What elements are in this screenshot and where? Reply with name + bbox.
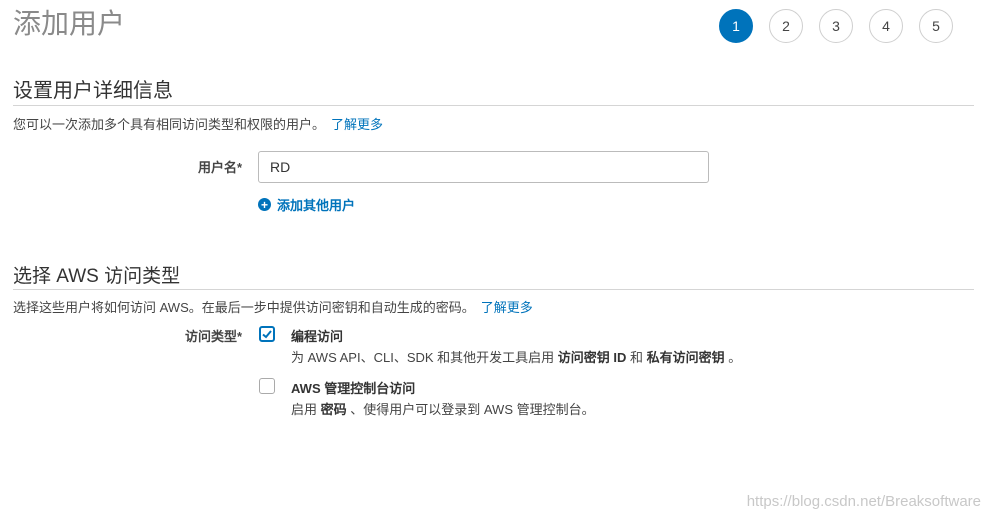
desc-bold: 密码: [320, 402, 347, 417]
learn-more-link-details[interactable]: 了解更多: [331, 117, 383, 132]
access-type-description-text: 选择这些用户将如何访问 AWS。在最后一步中提供访问密钥和自动生成的密码。: [13, 300, 475, 315]
console-access-checkbox[interactable]: [259, 378, 275, 394]
step-4[interactable]: 4: [869, 9, 903, 43]
step-indicator: 1 2 3 4 5: [719, 9, 953, 43]
learn-more-link-access[interactable]: 了解更多: [481, 300, 533, 315]
access-type-title: 选择 AWS 访问类型: [13, 266, 181, 287]
desc-text: 。: [724, 350, 742, 365]
step-1[interactable]: 1: [719, 9, 753, 43]
add-other-user-label: 添加其他用户: [277, 198, 356, 213]
access-type-label: 访问类型*: [184, 329, 242, 344]
programmatic-access-checkbox[interactable]: [259, 326, 275, 342]
step-3[interactable]: 3: [819, 9, 853, 43]
username-label: 用户名*: [197, 160, 242, 175]
checkmark-icon: [262, 330, 272, 339]
user-details-description: 您可以一次添加多个具有相同访问类型和权限的用户。 了解更多: [13, 114, 383, 133]
desc-text: 、使得用户可以登录到 AWS 管理控制台。: [346, 402, 595, 417]
programmatic-access-description: 为 AWS API、CLI、SDK 和其他开发工具启用 访问密钥 ID 和 私有…: [291, 347, 741, 366]
console-access-title: AWS 管理控制台访问: [291, 381, 416, 396]
page-title: 添加用户: [13, 8, 126, 39]
section-divider: [13, 289, 974, 290]
desc-text: 为 AWS API、CLI、SDK 和其他开发工具启用: [291, 350, 558, 365]
programmatic-access-title: 编程访问: [291, 329, 344, 344]
desc-text: 启用: [291, 402, 321, 417]
console-access-description: 启用 密码 、使得用户可以登录到 AWS 管理控制台。: [291, 399, 595, 418]
username-input[interactable]: [258, 151, 709, 183]
watermark: https://blog.csdn.net/Breaksoftware: [746, 493, 981, 510]
user-details-description-text: 您可以一次添加多个具有相同访问类型和权限的用户。: [13, 117, 326, 132]
section-divider: [13, 105, 974, 106]
desc-bold: 访问密钥 ID: [557, 350, 627, 365]
desc-text: 和: [626, 350, 647, 365]
user-details-title: 设置用户详细信息: [13, 80, 173, 102]
add-other-user-link[interactable]: + 添加其他用户: [258, 195, 355, 214]
step-2[interactable]: 2: [769, 9, 803, 43]
desc-bold: 私有访问密钥: [646, 350, 725, 365]
step-5[interactable]: 5: [919, 9, 953, 43]
access-type-description: 选择这些用户将如何访问 AWS。在最后一步中提供访问密钥和自动生成的密码。 了解更…: [13, 297, 533, 316]
plus-circle-icon: +: [258, 198, 271, 211]
